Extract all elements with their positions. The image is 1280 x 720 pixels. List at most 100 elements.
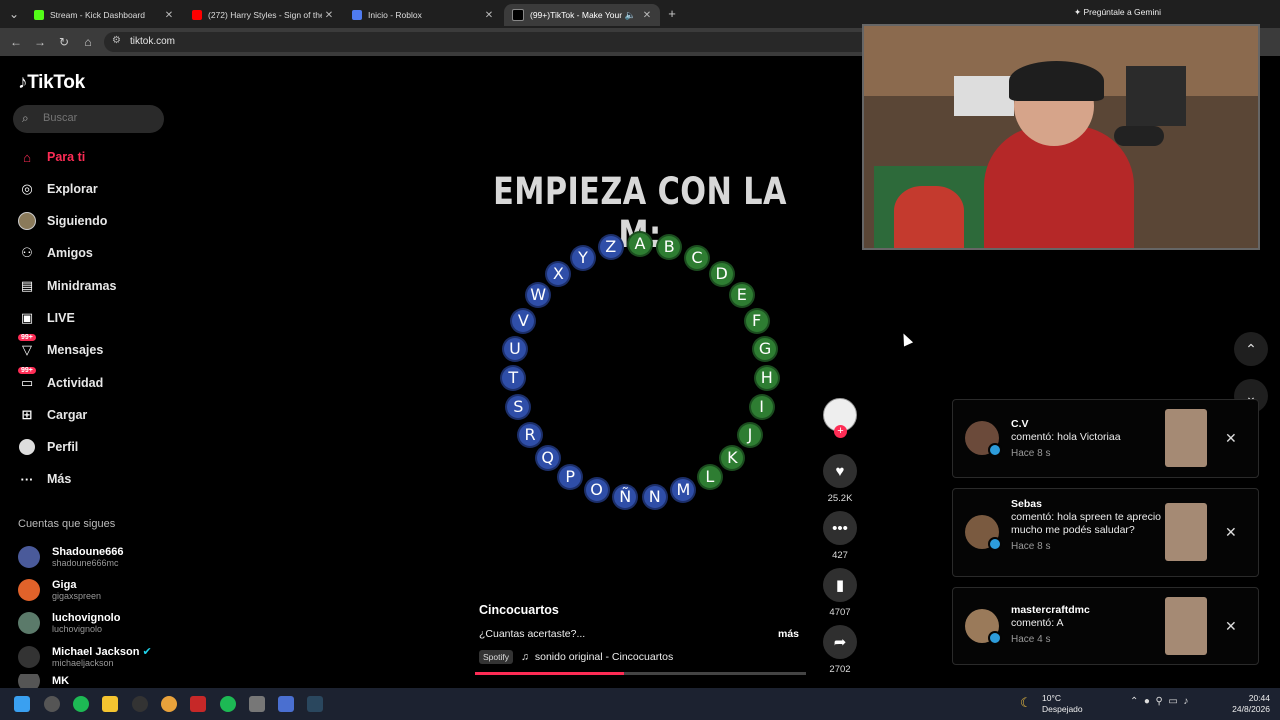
- weather-temp: 10°C: [1042, 693, 1061, 703]
- site-info-icon[interactable]: ⚙: [112, 35, 121, 46]
- video-author[interactable]: Cincocuartos: [479, 603, 559, 617]
- tab-youtube[interactable]: (272) Harry Styles - Sign of the ✕: [184, 4, 342, 26]
- chrome-icon[interactable]: [161, 696, 177, 712]
- spotify-icon[interactable]: [73, 696, 89, 712]
- wheel-letter: X: [547, 262, 570, 285]
- close-icon[interactable]: ✕: [482, 10, 496, 21]
- nav-item-minidramas[interactable]: ▤ Minidramas: [18, 275, 117, 297]
- tab-roblox[interactable]: Inicio - Roblox ✕: [344, 4, 502, 26]
- notification-time: Hace 8 s: [1011, 448, 1051, 459]
- nav-label: Mensajes: [47, 343, 104, 357]
- nav-item-mensajes[interactable]: ▽ 99+ Mensajes: [18, 334, 104, 361]
- video-thumbnail[interactable]: [1165, 597, 1207, 655]
- nav-item-cargar[interactable]: ⊞ Cargar: [18, 404, 88, 426]
- streaming-app-icon[interactable]: [190, 696, 206, 712]
- comment-button[interactable]: ••• 427: [823, 511, 857, 561]
- tab-label: (272) Harry Styles - Sign of the: [208, 10, 322, 20]
- tab-tiktok[interactable]: (99+)TikTok - Make Your Da 🔈 ✕: [504, 4, 660, 26]
- video-thumbnail[interactable]: [1165, 409, 1207, 467]
- wheel-letter: L: [698, 466, 721, 489]
- comment-notification[interactable]: mastercraftdmc comentó: A Hace 4 s ✕: [952, 587, 1259, 665]
- video-progress-bar[interactable]: [475, 672, 806, 675]
- notification-badge: 99+: [18, 367, 36, 374]
- previous-video-button[interactable]: ⌃: [1234, 332, 1268, 366]
- home-button-icon[interactable]: ⌂: [80, 34, 96, 50]
- windows-start-icon[interactable]: [14, 696, 30, 712]
- follow-plus-icon[interactable]: +: [834, 425, 847, 438]
- gemini-button[interactable]: ✦ Pregúntale a Gemini: [1074, 7, 1161, 18]
- wheel-letter: H: [755, 367, 778, 390]
- nav-item-mas[interactable]: ··· Más: [18, 468, 72, 490]
- tiktok-icon: [512, 9, 524, 21]
- following-item[interactable]: Michael Jackson ✔ michaeljackson: [18, 643, 152, 671]
- upload-icon: ⊞: [21, 407, 33, 422]
- more-link[interactable]: más: [778, 628, 799, 640]
- avatar: [18, 579, 40, 601]
- following-name: luchovignolo: [52, 611, 121, 624]
- spotify-icon-2[interactable]: [220, 696, 236, 712]
- search-input[interactable]: [41, 111, 160, 125]
- nav-item-siguiendo[interactable]: Siguiendo: [18, 210, 107, 232]
- spotify-tag[interactable]: Spotify: [479, 650, 513, 664]
- share-button[interactable]: ➦ 2702: [823, 625, 857, 675]
- nav-item-explorar[interactable]: ◎ Explorar: [18, 178, 97, 200]
- nav-item-para-ti[interactable]: ⌂ Para ti: [18, 146, 85, 168]
- notification-time: Hace 8 s: [1011, 541, 1051, 552]
- forward-icon[interactable]: →: [32, 34, 48, 50]
- new-tab-button[interactable]: +: [664, 6, 680, 22]
- following-item[interactable]: Giga gigaxspreen: [18, 576, 101, 604]
- folder-icon[interactable]: [102, 696, 118, 712]
- nav-label: Actividad: [47, 376, 104, 390]
- steam-icon[interactable]: [307, 696, 323, 712]
- moon-icon: ☾: [1020, 695, 1032, 710]
- search-bar[interactable]: ⌕: [13, 105, 164, 133]
- tray-icons[interactable]: ⌃ ● ⚲ ▭ ♪: [1130, 696, 1188, 707]
- wheel-letter: Q: [536, 447, 559, 470]
- nav-item-actividad[interactable]: ▭ 99+ Actividad: [18, 367, 104, 394]
- app-icon[interactable]: [278, 696, 294, 712]
- nav-item-perfil[interactable]: Perfil: [18, 436, 78, 458]
- save-button[interactable]: ▮ 4707: [823, 568, 857, 618]
- following-item[interactable]: Shadoune666 shadoune666mc: [18, 543, 124, 571]
- reload-icon[interactable]: ↻: [56, 34, 72, 50]
- weather-widget[interactable]: 10°C Despejado: [1042, 693, 1083, 715]
- close-icon[interactable]: ✕: [640, 10, 654, 21]
- close-icon[interactable]: ✕: [322, 10, 336, 21]
- speaker-icon[interactable]: 🔈: [625, 10, 636, 21]
- settings-app-icon[interactable]: [249, 696, 265, 712]
- weather-desc: Despejado: [1042, 704, 1083, 714]
- avatar: [18, 612, 40, 634]
- nav-item-live[interactable]: ▣ LIVE: [18, 307, 75, 329]
- close-icon[interactable]: ✕: [162, 10, 176, 21]
- following-title: Cuentas que sigues: [18, 518, 116, 530]
- creator-avatar[interactable]: +: [823, 398, 857, 438]
- close-icon[interactable]: ✕: [1225, 524, 1237, 541]
- wheel-letter: J: [738, 423, 761, 446]
- comment-notification[interactable]: Sebas comentó: hola spreen te aprecio mu…: [952, 488, 1259, 577]
- 4k-app-icon[interactable]: [132, 696, 148, 712]
- notification-user: mastercraftdmc: [1011, 604, 1090, 616]
- tab-kick[interactable]: Stream - Kick Dashboard ✕: [26, 4, 182, 26]
- close-icon[interactable]: ✕: [1225, 618, 1237, 635]
- taskbar-clock[interactable]: 20:44 24/8/2026: [1228, 693, 1270, 715]
- following-item[interactable]: MK: [18, 674, 69, 688]
- sound-row[interactable]: Spotify ♫ sonido original - Cincocuartos: [479, 650, 673, 664]
- close-icon[interactable]: ✕: [1225, 430, 1237, 447]
- avatar: [18, 546, 40, 568]
- back-icon[interactable]: ←: [8, 34, 24, 50]
- tiktok-logo[interactable]: ♪TikTok: [18, 72, 85, 94]
- comment-notification[interactable]: C.V comentó: hola Victoriaa Hace 8 s ✕: [952, 399, 1259, 478]
- obs-icon[interactable]: [44, 696, 60, 712]
- nav-label: Minidramas: [47, 279, 117, 293]
- following-item[interactable]: luchovignolo luchovignolo: [18, 609, 120, 637]
- following-name: Michael Jackson: [52, 645, 140, 658]
- like-button[interactable]: ♥ 25.2K: [823, 454, 857, 504]
- verified-icon: [988, 537, 1002, 551]
- like-count: 25.2K: [827, 493, 853, 504]
- friends-icon: ⚇: [21, 245, 33, 260]
- nav-item-amigos[interactable]: ⚇ Amigos: [18, 242, 93, 264]
- tab-search-icon[interactable]: ⌄: [6, 6, 22, 22]
- share-count: 2702: [829, 664, 851, 675]
- video-thumbnail[interactable]: [1165, 503, 1207, 561]
- nav-label: Más: [47, 472, 72, 486]
